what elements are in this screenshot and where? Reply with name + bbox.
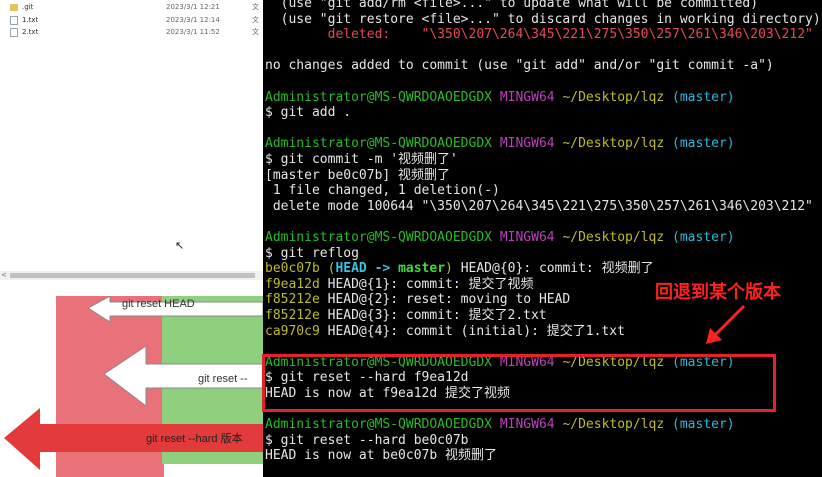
- file-type: 文: [252, 3, 259, 11]
- terminal-segment: f85212e: [265, 308, 328, 323]
- file-name: 2.txt: [22, 28, 39, 36]
- terminal-line: [master be0c07b] 视频删了: [265, 168, 450, 184]
- terminal-segment: ~/Desktop/lqz: [562, 417, 673, 433]
- terminal-line: Administrator@MS-QWRDOAOEDGDX MINGW64 ~/…: [265, 136, 735, 152]
- terminal-segment: (use "git restore <file>..." to discard …: [265, 11, 821, 27]
- terminal-line: f9ea12d HEAD@{1}: commit: 提交了视频: [265, 277, 534, 293]
- terminal-line: deleted: "\350\207\264\345\221\275\350\2…: [265, 27, 813, 43]
- text-file-icon: [10, 28, 18, 37]
- terminal-segment: (master): [672, 89, 735, 105]
- terminal-line: 1 file changed, 1 deletion(-): [265, 183, 500, 199]
- file-explorer-pane: .git 2023/3/1 12:21 文 1.txt 2023/3/1 12:…: [0, 0, 263, 296]
- terminal-line: HEAD is now at be0c07b 视频删了: [265, 448, 497, 464]
- terminal-segment: be0c07b: [265, 261, 328, 277]
- terminal-segment: HEAD is now at be0c07b 视频删了: [265, 448, 498, 464]
- terminal-segment: no changes added to commit (use "git add…: [265, 58, 774, 74]
- arrow-joint: [56, 424, 59, 452]
- terminal-segment: $ git reset --hard be0c07b: [265, 432, 469, 448]
- terminal-segment: f9ea12d: [265, 276, 328, 292]
- terminal-line: $ git reset --hard be0c07b: [265, 433, 469, 449]
- terminal-line: $ git add .: [265, 105, 351, 121]
- annotation-arrow-icon: [706, 304, 746, 344]
- terminal-line: be0c07b (HEAD -> master) HEAD@{0}: commi…: [265, 261, 654, 277]
- file-type: 文: [252, 28, 259, 36]
- terminal-line: $ git reflog: [265, 246, 359, 262]
- mouse-cursor-icon: ↖: [175, 239, 185, 252]
- text-file-icon: [10, 16, 18, 25]
- terminal-segment: (use "git add/rm <file>..." to update wh…: [265, 0, 759, 11]
- highlight-box: [262, 354, 776, 412]
- terminal-segment: HEAD@{3}: commit: 提交了2.txt: [327, 308, 547, 323]
- diagram-label-top: git reset HEAD: [122, 298, 195, 310]
- terminal-segment: $ git commit -m '视频删了': [265, 152, 458, 167]
- file-date: 2023/3/1 11:52: [166, 28, 220, 36]
- terminal-segment: f85212e: [265, 292, 328, 308]
- file-date: 2023/3/1 12:21: [166, 3, 220, 11]
- git-reset-diagram: git reset HEAD git reset -- git reset --…: [0, 296, 263, 477]
- terminal-segment: $ git reflog: [265, 245, 359, 261]
- file-row-git[interactable]: .git 2023/3/1 12:21 文: [10, 1, 263, 14]
- terminal-segment: HEAD@{2}: reset: moving to HEAD: [327, 292, 571, 308]
- terminal-line: $ git commit -m '视频删了': [265, 152, 458, 168]
- terminal-line: delete mode 100644 "\350\207\264\345\221…: [265, 199, 813, 215]
- terminal-line: ca970c9 HEAD@{4}: commit (initial): 提交了1…: [265, 324, 625, 340]
- terminal-segment: MINGW64: [499, 417, 563, 433]
- terminal-segment: MINGW64: [499, 89, 563, 105]
- terminal-line: Administrator@MS-QWRDOAOEDGDX MINGW64 ~/…: [265, 417, 735, 433]
- terminal-segment: (master): [672, 230, 735, 245]
- diagram-graphic: [4, 296, 263, 477]
- terminal-segment: HEAD@{0}: commit: 视频删了: [452, 261, 654, 277]
- terminal-segment: (master): [672, 417, 735, 433]
- terminal-line: (use "git add/rm <file>..." to update wh…: [265, 0, 758, 12]
- diagram-label-middle: git reset --: [198, 373, 248, 385]
- terminal-segment: ): [445, 261, 453, 277]
- file-row-2txt[interactable]: 2.txt 2023/3/1 11:52 文: [10, 26, 263, 39]
- diagram-label-bottom: git reset --hard 版本: [146, 433, 243, 445]
- terminal-segment: MINGW64: [499, 230, 563, 245]
- terminal-segment: Administrator@MS-QWRDOAOEDGDX: [265, 417, 500, 433]
- terminal-segment: HEAD ->: [335, 261, 399, 277]
- horizontal-scrollbar[interactable]: <: [0, 271, 263, 280]
- terminal-segment: [master be0c07b] 视频删了: [265, 167, 451, 183]
- file-name: .git: [22, 3, 34, 11]
- terminal-line: f85212e HEAD@{2}: reset: moving to HEAD: [265, 292, 570, 308]
- terminal-line: (use "git restore <file>..." to discard …: [265, 12, 821, 28]
- terminal-segment: ~/Desktop/lqz: [562, 136, 673, 152]
- terminal-segment: $ git add .: [265, 105, 352, 121]
- terminal-segment: HEAD@{1}: commit: 提交了视频: [327, 276, 534, 292]
- terminal-segment: Administrator@MS-QWRDOAOEDGDX: [265, 89, 500, 105]
- terminal-segment: MINGW64: [499, 136, 563, 152]
- terminal-segment: master: [398, 261, 446, 277]
- terminal-segment: HEAD@{4}: commit (initial): 提交了1.txt: [327, 323, 625, 339]
- terminal-segment: deleted: "\350\207\264\345\221\275\350\2…: [265, 27, 813, 43]
- terminal-segment: ~/Desktop/lqz: [562, 89, 673, 105]
- terminal-segment: 1 file changed, 1 deletion(-): [265, 183, 500, 199]
- terminal-segment: ca970c9: [265, 323, 328, 339]
- terminal-segment: delete mode 100644 "\350\207\264\345\221…: [265, 198, 813, 214]
- terminal-line: Administrator@MS-QWRDOAOEDGDX MINGW64 ~/…: [265, 230, 735, 246]
- scroll-left-arrow-icon[interactable]: <: [1, 271, 7, 280]
- terminal-segment: ~/Desktop/lqz: [562, 230, 673, 245]
- terminal-line: Administrator@MS-QWRDOAOEDGDX MINGW64 ~/…: [265, 90, 735, 106]
- terminal-segment: Administrator@MS-QWRDOAOEDGDX: [265, 230, 500, 245]
- terminal-segment: (master): [672, 136, 735, 152]
- terminal-segment: Administrator@MS-QWRDOAOEDGDX: [265, 136, 500, 152]
- terminal-line: no changes added to commit (use "git add…: [265, 58, 774, 74]
- folder-icon: [10, 4, 18, 11]
- terminal-line: f85212e HEAD@{3}: commit: 提交了2.txt: [265, 308, 547, 324]
- scrollbar-thumb[interactable]: [10, 273, 255, 278]
